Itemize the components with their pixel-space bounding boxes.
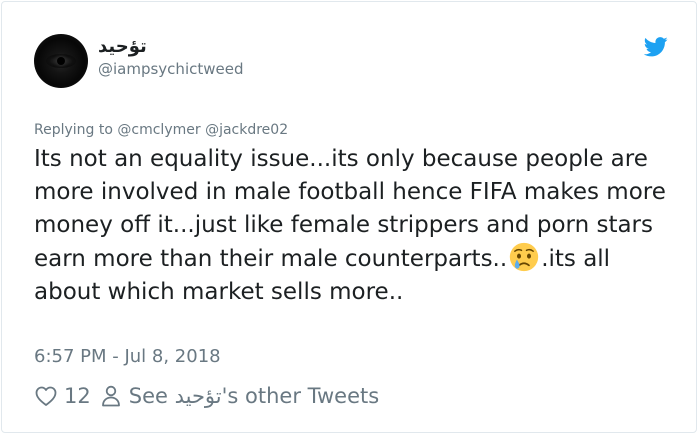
crying-face-emoji-icon	[510, 242, 539, 272]
reply-context: Replying to @cmclymer @jackdre02	[34, 122, 288, 138]
tweet-actions: 12 See تؤحيد's other Tweets	[34, 382, 379, 410]
tweet-text: Its not an equality issue...its only bec…	[34, 143, 674, 309]
like-count[interactable]: 12	[64, 384, 91, 408]
tweet-timestamp[interactable]: 6:57 PM - Jul 8, 2018	[34, 346, 221, 367]
reply-mention-jackdre02[interactable]: @jackdre02	[205, 122, 288, 138]
heart-icon[interactable]	[34, 384, 58, 408]
author-display-name[interactable]: تؤحيد	[98, 36, 147, 57]
twitter-bird-icon[interactable]	[644, 36, 668, 58]
person-icon	[101, 385, 120, 407]
reply-prefix: Replying to	[34, 122, 113, 138]
author-handle[interactable]: @iampsychictweed	[98, 60, 243, 78]
reply-mention-cmclymer[interactable]: @cmclymer	[117, 122, 200, 138]
tweet-card: تؤحيد @iampsychictweed Replying to @cmcl…	[1, 1, 697, 433]
see-other-tweets-link[interactable]: See تؤحيد's other Tweets	[129, 384, 379, 408]
avatar-pupil	[57, 57, 65, 65]
avatar[interactable]	[34, 34, 88, 88]
